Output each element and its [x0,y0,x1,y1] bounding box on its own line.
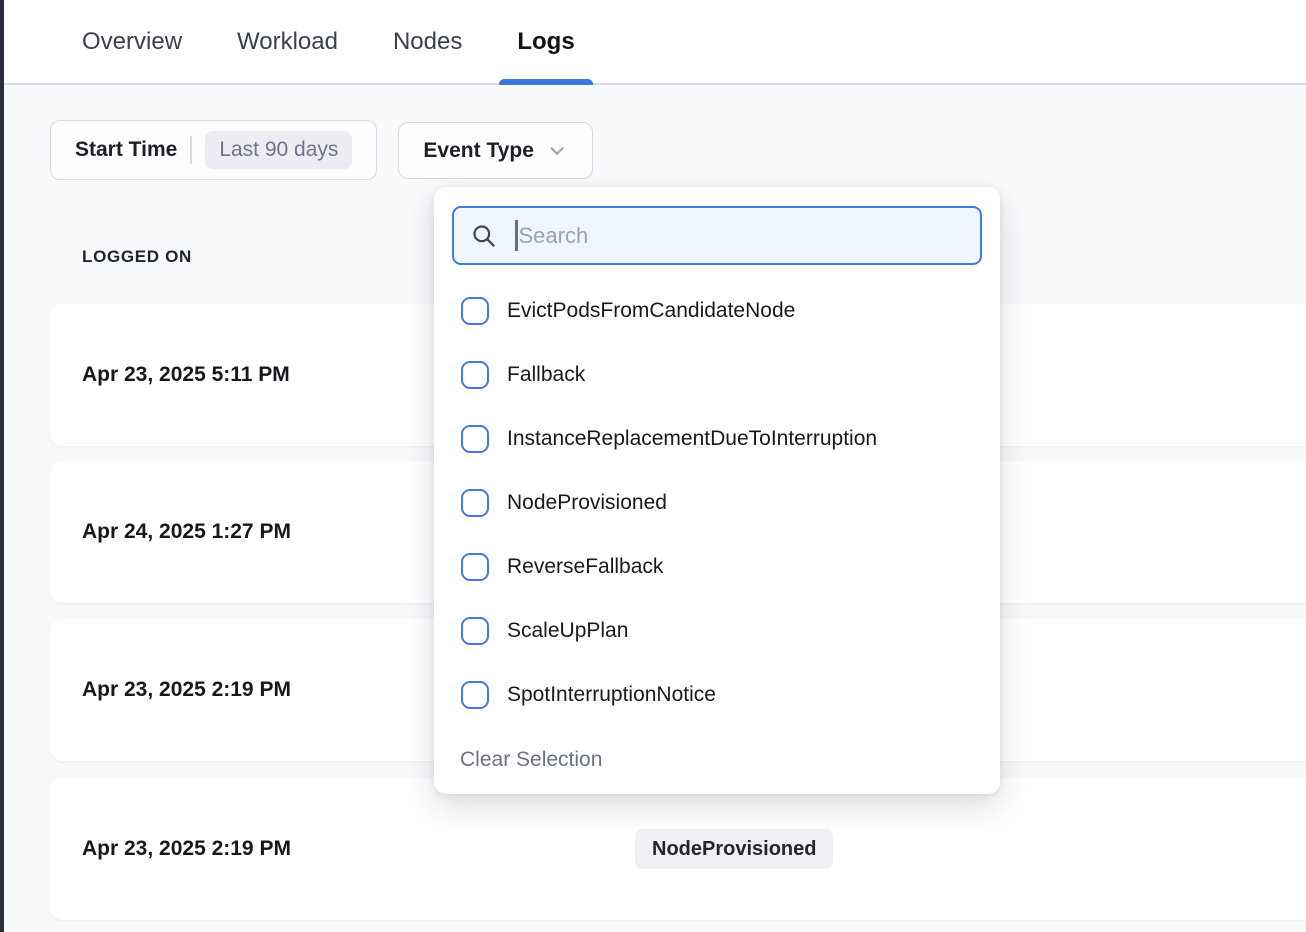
event-type-options: EvictPodsFromCandidateNode Fallback Inst… [434,279,1000,727]
event-type-label: Event Type [423,139,533,163]
clear-selection-button[interactable]: Clear Selection [460,748,602,772]
option-label: ScaleUpPlan [507,619,628,643]
logged-on-timestamp: Apr 24, 2025 1:27 PM [82,520,291,544]
column-header-logged-on: LOGGED ON [82,247,192,267]
tab-overview-label: Overview [82,28,182,56]
checkbox[interactable] [461,553,489,581]
logged-on-timestamp: Apr 23, 2025 2:19 PM [82,837,291,861]
option-label: NodeProvisioned [507,491,667,515]
dropdown-option-nodeprovisioned[interactable]: NodeProvisioned [434,471,1000,535]
tab-nodes[interactable]: Nodes [393,0,462,83]
checkbox[interactable] [461,489,489,517]
option-label: InstanceReplacementDueToInterruption [507,427,877,451]
start-time-filter-button[interactable]: Start Time Last 90 days [50,120,377,180]
tab-logs-label: Logs [517,28,574,56]
checkbox[interactable] [461,361,489,389]
logged-on-timestamp: Apr 23, 2025 5:11 PM [82,363,290,387]
filter-divider [190,136,192,164]
dropdown-option-fallback[interactable]: Fallback [434,343,1000,407]
checkbox[interactable] [461,681,489,709]
event-type-dropdown: EvictPodsFromCandidateNode Fallback Inst… [434,187,1000,794]
dropdown-option-instancereplacementduetointerruption[interactable]: InstanceReplacementDueToInterruption [434,407,1000,471]
sidebar-edge [0,0,4,932]
event-type-badge: NodeProvisioned [635,829,833,869]
option-label: SpotInterruptionNotice [507,683,716,707]
dropdown-option-evictpodsfromcandidatenode[interactable]: EvictPodsFromCandidateNode [434,279,1000,343]
option-label: ReverseFallback [507,555,663,579]
tab-workload-label: Workload [237,28,338,56]
checkbox[interactable] [461,617,489,645]
start-time-label: Start Time [75,138,177,162]
tab-overview[interactable]: Overview [82,0,182,83]
logged-on-timestamp: Apr 23, 2025 2:19 PM [82,678,291,702]
filter-bar: Start Time Last 90 days Event Type [50,120,593,180]
dropdown-option-scaleupplan[interactable]: ScaleUpPlan [434,599,1000,663]
checkbox[interactable] [461,297,489,325]
search-icon [470,222,497,249]
option-label: EvictPodsFromCandidateNode [507,299,795,323]
option-label: Fallback [507,363,585,387]
table-row[interactable]: Apr 23, 2025 2:19 PM NodeProvisioned [50,778,1306,920]
search-box[interactable] [452,206,982,265]
chevron-down-icon [546,140,568,162]
checkbox[interactable] [461,425,489,453]
event-type-filter-button[interactable]: Event Type [398,122,592,179]
dropdown-option-reversefallback[interactable]: ReverseFallback [434,535,1000,599]
tab-workload[interactable]: Workload [237,0,338,83]
tabs: Overview Workload Nodes Logs [0,0,1306,83]
tab-nodes-label: Nodes [393,28,462,56]
search-input[interactable] [518,223,967,249]
dropdown-option-spotinterruptionnotice[interactable]: SpotInterruptionNotice [434,663,1000,727]
tab-logs[interactable]: Logs [517,0,574,83]
tab-bar: Overview Workload Nodes Logs [0,0,1306,85]
start-time-value-chip: Last 90 days [205,131,352,168]
